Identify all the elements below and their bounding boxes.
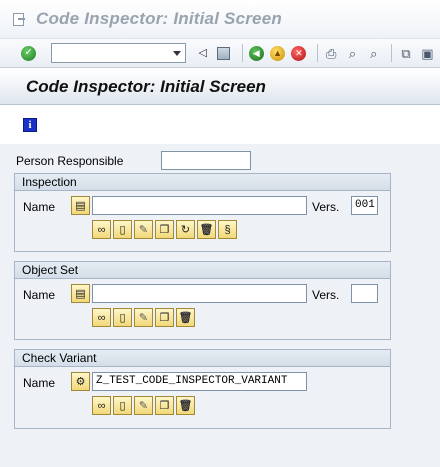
copy-icon: ❐ <box>159 400 170 412</box>
object-set-create-button[interactable]: ▯ <box>113 308 132 327</box>
check-variant-group: Check Variant Name ⚙ Z_TEST_CODE_INSPECT… <box>14 349 391 429</box>
check-variant-name-input[interactable]: Z_TEST_CODE_INSPECTOR_VARIANT <box>92 372 307 391</box>
inspection-copy-button[interactable]: ❐ <box>155 220 174 239</box>
find-icon: ⌕ <box>348 45 357 61</box>
inspection-change-button[interactable]: ✎ <box>134 220 153 239</box>
toolbar-separator <box>391 44 393 62</box>
check-variant-name-label: Name <box>23 376 56 390</box>
value-help-icon: ▤ <box>75 200 86 212</box>
variant-icon: ⚙ <box>75 376 86 388</box>
object-set-delete-button[interactable]: 🗑 <box>176 308 195 327</box>
page-title: Code Inspector: Initial Screen <box>26 76 266 96</box>
object-set-group: Object Set Name ▤ Vers. ∞ ▯ ✎ ❐ 🗑 <box>14 261 391 340</box>
glasses-icon: ∞ <box>97 399 106 412</box>
new-document-icon: ▯ <box>119 400 126 412</box>
check-variant-copy-button[interactable]: ❐ <box>155 396 174 415</box>
save-button[interactable] <box>215 44 232 62</box>
exit-button[interactable]: ▲ <box>269 44 286 62</box>
inspection-create-button[interactable]: ▯ <box>113 220 132 239</box>
scroll-icon: § <box>224 223 231 236</box>
pencil-icon: ✎ <box>138 400 149 412</box>
check-icon: ✓ <box>21 45 37 61</box>
check-variant-delete-button[interactable]: 🗑 <box>176 396 195 415</box>
copy-icon: ❐ <box>159 224 170 236</box>
person-responsible-input[interactable] <box>161 151 251 170</box>
trash-icon: 🗑 <box>199 224 214 236</box>
print-icon: ⎙ <box>325 45 337 61</box>
save-icon <box>217 46 231 60</box>
inspection-group: Inspection Name ▤ Vers. 001 ∞ ▯ ✎ ❐ ↻ 🗑 … <box>14 173 391 252</box>
object-set-name-label: Name <box>23 288 56 302</box>
cancel-button[interactable]: ✕ <box>290 44 307 62</box>
find-next-button[interactable]: ⌕ <box>365 44 382 62</box>
new-document-icon: ▯ <box>119 312 126 324</box>
inspection-value-help-button[interactable]: ▤ <box>71 196 90 215</box>
menu-icon[interactable] <box>12 12 26 26</box>
object-set-value-help-button[interactable]: ▤ <box>71 284 90 303</box>
find-next-icon: ⌕ <box>370 45 378 61</box>
back-button[interactable]: ◀ <box>248 44 265 62</box>
trash-icon: 🗑 <box>178 400 193 412</box>
main-content: Person Responsible Inspection Name ▤ Ver… <box>0 144 440 467</box>
rename-icon: ↻ <box>180 224 191 236</box>
inspection-vers-input[interactable]: 001 <box>351 196 378 215</box>
command-field-back-arrow[interactable]: ◁ <box>194 44 211 62</box>
pencil-icon: ✎ <box>138 224 149 236</box>
object-set-name-input[interactable] <box>92 284 307 303</box>
object-set-display-button[interactable]: ∞ <box>92 308 111 327</box>
object-set-change-button[interactable]: ✎ <box>134 308 153 327</box>
shortcut-button[interactable]: ▣ <box>419 44 436 62</box>
inspection-results-button[interactable]: § <box>218 220 237 239</box>
new-document-icon: ▯ <box>119 224 126 236</box>
inspection-vers-label: Vers. <box>312 200 340 214</box>
object-set-copy-button[interactable]: ❐ <box>155 308 174 327</box>
exit-icon: ▲ <box>270 45 286 61</box>
check-variant-create-button[interactable]: ▯ <box>113 396 132 415</box>
check-variant-group-title: Check Variant <box>15 350 390 367</box>
check-variant-display-button[interactable]: ∞ <box>92 396 111 415</box>
toolbar-separator <box>316 44 318 62</box>
enter-button[interactable]: ✓ <box>20 44 37 62</box>
object-set-vers-label: Vers. <box>312 288 340 302</box>
screen-header: Code Inspector: Initial Screen <box>0 69 440 105</box>
standard-toolbar: ✓ ◁ ◀ ▲ ✕ ⎙ ⌕ ⌕ ⧉ ▣ <box>0 38 440 68</box>
object-set-vers-input[interactable] <box>351 284 378 303</box>
application-toolbar: i <box>0 106 440 144</box>
new-session-icon: ⧉ <box>401 45 411 61</box>
inspection-display-button[interactable]: ∞ <box>92 220 111 239</box>
print-button[interactable]: ⎙ <box>323 44 340 62</box>
trash-icon: 🗑 <box>178 312 193 324</box>
inspection-delete-button[interactable]: 🗑 <box>197 220 216 239</box>
inspection-group-title: Inspection <box>15 174 390 191</box>
window-title-bar: Code Inspector: Initial Screen <box>0 0 440 38</box>
check-variant-value-help-button[interactable]: ⚙ <box>71 372 90 391</box>
copy-icon: ❐ <box>159 312 170 324</box>
inspection-name-label: Name <box>23 200 56 214</box>
pencil-icon: ✎ <box>138 312 149 324</box>
cancel-icon: ✕ <box>291 45 307 61</box>
inspection-name-input[interactable] <box>92 196 307 215</box>
check-variant-change-button[interactable]: ✎ <box>134 396 153 415</box>
shortcut-icon: ▣ <box>421 45 434 61</box>
glasses-icon: ∞ <box>97 311 106 324</box>
object-set-group-title: Object Set <box>15 262 390 279</box>
value-help-icon: ▤ <box>75 288 86 300</box>
command-field[interactable] <box>51 43 187 63</box>
find-button[interactable]: ⌕ <box>344 44 361 62</box>
window-title: Code Inspector: Initial Screen <box>36 9 282 28</box>
chevron-down-icon[interactable] <box>173 51 182 56</box>
new-session-button[interactable]: ⧉ <box>397 44 414 62</box>
inspection-rename-button[interactable]: ↻ <box>176 220 195 239</box>
back-icon: ◀ <box>248 45 264 61</box>
person-responsible-label: Person Responsible <box>16 154 124 168</box>
toolbar-separator <box>241 44 243 62</box>
info-icon[interactable]: i <box>23 118 37 132</box>
glasses-icon: ∞ <box>97 223 106 236</box>
